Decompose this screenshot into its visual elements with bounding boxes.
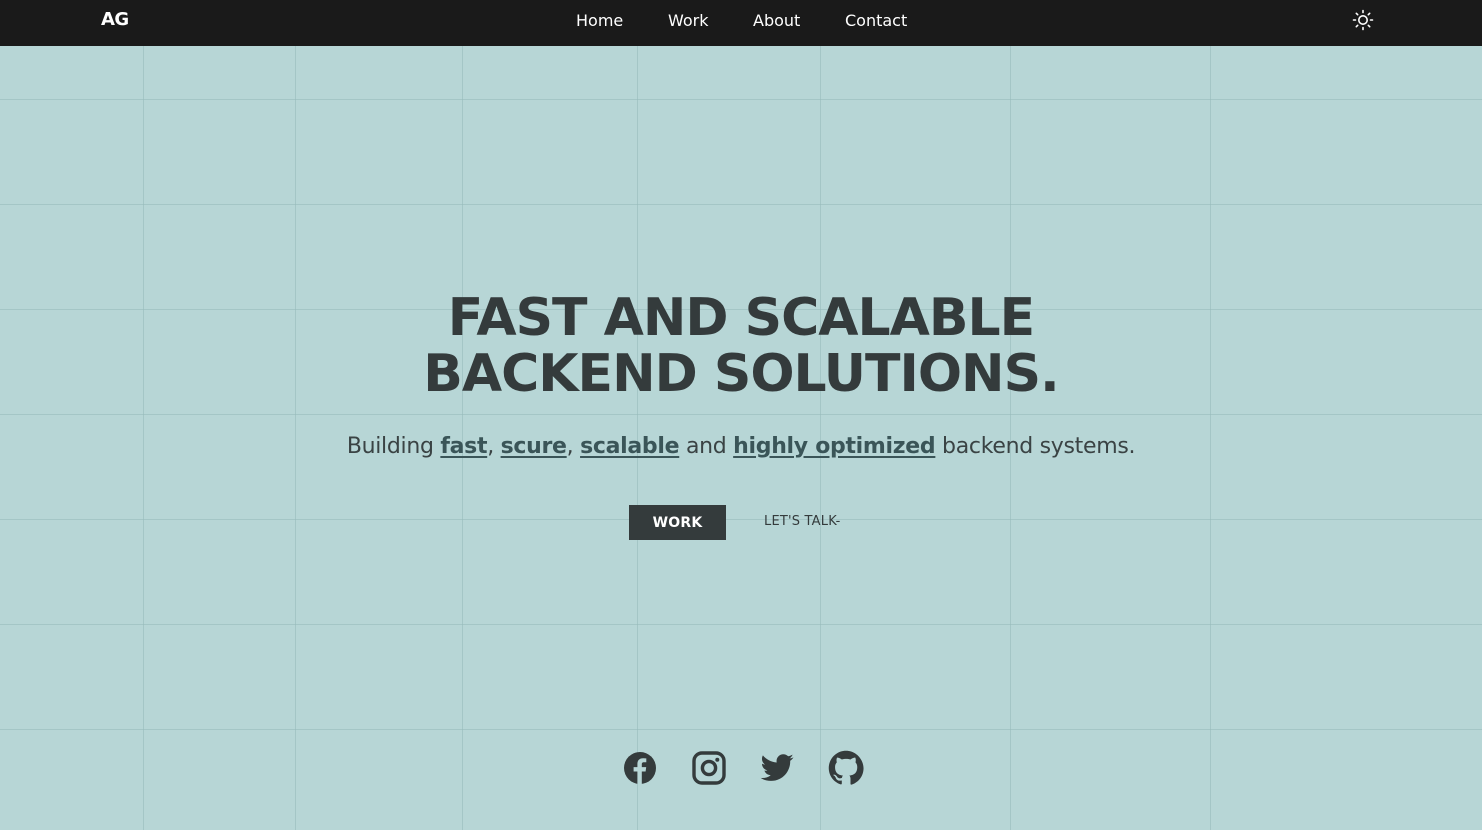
nav-menu: Home Work About Contact (0, 0, 1482, 46)
nav-link-about[interactable]: About (753, 11, 800, 30)
keyword-link-highly-optimized[interactable]: highly optimized (733, 434, 936, 459)
lets-talk-link[interactable]: LET'S TALK- (764, 514, 840, 529)
twitter-link[interactable] (759, 750, 795, 786)
sun-icon (1352, 9, 1374, 31)
nav-link-contact[interactable]: Contact (845, 11, 907, 30)
top-navbar: AG Home Work About Contact (0, 0, 1482, 46)
hero-title: FAST AND SCALABLE BACKEND SOLUTIONS. (0, 290, 1482, 402)
keyword-link-scalable[interactable]: scalable (580, 434, 679, 459)
instagram-icon (692, 751, 726, 785)
nav-link-home[interactable]: Home (576, 11, 623, 30)
facebook-link[interactable] (622, 750, 658, 786)
facebook-icon (624, 752, 656, 784)
hero-subtitle: Building fast, scure, scalable and highl… (0, 433, 1482, 461)
theme-toggle-button[interactable] (1352, 9, 1374, 31)
nav-link-work[interactable]: Work (668, 11, 709, 30)
hero-title-line-1: FAST AND SCALABLE (447, 288, 1035, 348)
social-links (0, 750, 1482, 786)
hero-title-line-2: BACKEND SOLUTIONS. (423, 344, 1060, 404)
work-button[interactable]: WORK (629, 505, 726, 540)
subtitle-connector: and (679, 434, 734, 459)
subtitle-separator: , (487, 434, 501, 459)
github-icon (828, 750, 864, 785)
twitter-icon (760, 754, 794, 781)
keyword-link-scure[interactable]: scure (501, 434, 567, 459)
github-link[interactable] (828, 750, 864, 786)
keyword-link-fast[interactable]: fast (440, 434, 487, 459)
subtitle-suffix: backend systems. (935, 434, 1136, 459)
subtitle-prefix: Building (346, 434, 441, 459)
subtitle-separator: , (566, 434, 581, 459)
instagram-link[interactable] (691, 750, 727, 786)
